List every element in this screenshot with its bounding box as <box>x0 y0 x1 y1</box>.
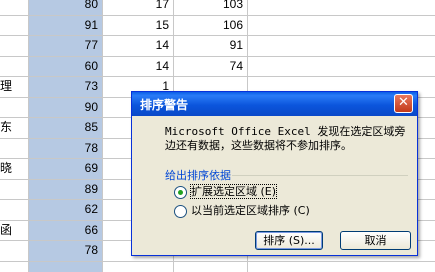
option-expand-label: 扩展选定区域 (E) <box>189 184 278 199</box>
cell-b[interactable]: 73 <box>28 76 98 96</box>
cell-b[interactable]: 85 <box>28 117 98 137</box>
cell-a[interactable] <box>0 199 26 219</box>
cell-d[interactable]: 103 <box>173 0 243 14</box>
cell-b[interactable]: 69 <box>28 158 98 178</box>
option-expand-selection[interactable]: 扩展选定区域 (E) <box>174 184 278 200</box>
sort-warning-dialog[interactable]: 排序警告 ✕ Microsoft Office Excel 发现在选定区域旁 边… <box>131 91 418 256</box>
cell-a[interactable] <box>0 35 26 55</box>
group-divider <box>232 175 408 176</box>
cell-a[interactable] <box>0 56 26 76</box>
cell-b[interactable]: 66 <box>28 220 98 240</box>
cell-a[interactable]: 晓 <box>0 158 26 178</box>
option-current-label: 以当前选定区域排序 (C) <box>191 204 310 217</box>
cell-a[interactable] <box>0 138 26 158</box>
message-line-1: Microsoft Office Excel 发现在选定区域旁 <box>165 125 406 138</box>
cell-a[interactable]: 理 <box>0 76 26 96</box>
cell-c[interactable]: 14 <box>102 56 169 76</box>
cell-b[interactable]: 90 <box>28 97 98 117</box>
cell-a[interactable] <box>0 15 26 35</box>
cell-c[interactable]: 14 <box>102 35 169 55</box>
radio-expand[interactable] <box>174 185 187 199</box>
cell-b[interactable]: 78 <box>28 240 98 260</box>
cell-b[interactable]: 89 <box>28 179 98 199</box>
cell-b[interactable]: 60 <box>28 56 98 76</box>
cell-a[interactable] <box>0 179 26 199</box>
option-current-selection[interactable]: 以当前选定区域排序 (C) <box>174 203 310 219</box>
cell-a[interactable] <box>0 97 26 117</box>
radio-current[interactable] <box>174 204 187 218</box>
cell-c[interactable]: 15 <box>102 15 169 35</box>
cell-a[interactable]: 函 <box>0 220 26 240</box>
cell-a[interactable] <box>0 240 26 260</box>
cell-b[interactable]: 77 <box>28 35 98 55</box>
message-line-2: 边还有数据，这些数据将不参加排序。 <box>165 139 352 152</box>
cell-d[interactable]: 74 <box>173 56 243 76</box>
radio-selected-dot <box>178 189 183 195</box>
dialog-title: 排序警告 <box>140 98 189 112</box>
cell-b[interactable]: 78 <box>28 138 98 158</box>
dialog-titlebar[interactable]: 排序警告 ✕ <box>132 92 417 116</box>
cell-a[interactable]: 东 <box>0 117 26 137</box>
row-divider <box>0 260 435 262</box>
cancel-button[interactable]: 取消 <box>340 231 411 250</box>
sort-basis-label: 给出排序依据 <box>165 169 231 182</box>
sort-button[interactable]: 排序 (S)... <box>255 231 323 250</box>
cell-b[interactable]: 62 <box>28 199 98 219</box>
dialog-message: Microsoft Office Excel 发现在选定区域旁 边还有数据，这些… <box>165 125 415 153</box>
cell-b[interactable]: 80 <box>28 0 98 14</box>
close-button[interactable]: ✕ <box>394 94 413 113</box>
cell-b[interactable]: 91 <box>28 15 98 35</box>
cell-c[interactable]: 17 <box>102 0 169 14</box>
cell-d[interactable]: 91 <box>173 35 243 55</box>
cell-d[interactable]: 106 <box>173 15 243 35</box>
